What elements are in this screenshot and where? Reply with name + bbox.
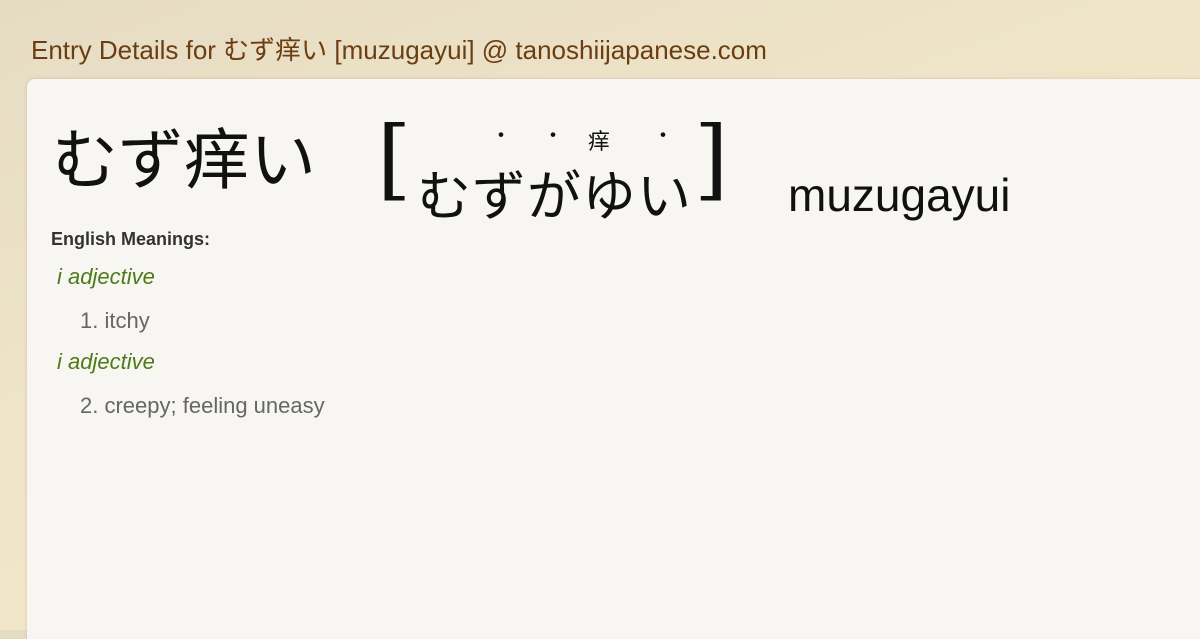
entry-card: むず痒い [ ・ ・ 痒 ・ む ず が ゆ い ] muzugayui Eng… [27, 79, 1200, 639]
english-meanings-label: English Meanings: [51, 229, 211, 249]
headword: むず痒い [52, 122, 316, 199]
entry-heading: むず痒い [ ・ ・ 痒 ・ む ず が ゆ い ] muzugayui [52, 107, 1152, 227]
romaji: muzugayui [788, 169, 1011, 221]
gloss: 1. itchy [80, 307, 957, 335]
page-title: Entry Details for むず痒い [muzugayui] @ tan… [31, 35, 767, 65]
reading-bracket-open: [ [377, 107, 412, 210]
sense-item: i adjective 2. creepy; feeling uneasy [57, 348, 957, 420]
sense-item: i adjective 1. itchy [57, 263, 957, 335]
reading-kana-char: む [417, 165, 471, 228]
furigana-kanji: 痒 [588, 130, 611, 155]
reading-kana-char: ゆ [582, 165, 636, 228]
reading-kana: む ず が ゆ い [417, 167, 717, 227]
furigana-dot: ・ [490, 124, 513, 149]
reading-bracket-close: ] [694, 107, 729, 210]
reading-kana-char: ず [472, 165, 526, 228]
gloss-text: itchy [104, 308, 150, 333]
part-of-speech: i adjective [57, 349, 155, 374]
furigana-dot: ・ [652, 124, 675, 149]
gloss-text: creepy; feeling uneasy [104, 393, 325, 418]
part-of-speech: i adjective [57, 264, 155, 289]
reading-kana-char: が [527, 165, 581, 228]
furigana-dot: ・ [542, 124, 565, 149]
gloss: 2. creepy; feeling uneasy [80, 392, 957, 420]
gloss-number: 2. [80, 393, 99, 418]
gloss-number: 1. [80, 308, 99, 333]
reading-kana-char: い [637, 165, 691, 228]
